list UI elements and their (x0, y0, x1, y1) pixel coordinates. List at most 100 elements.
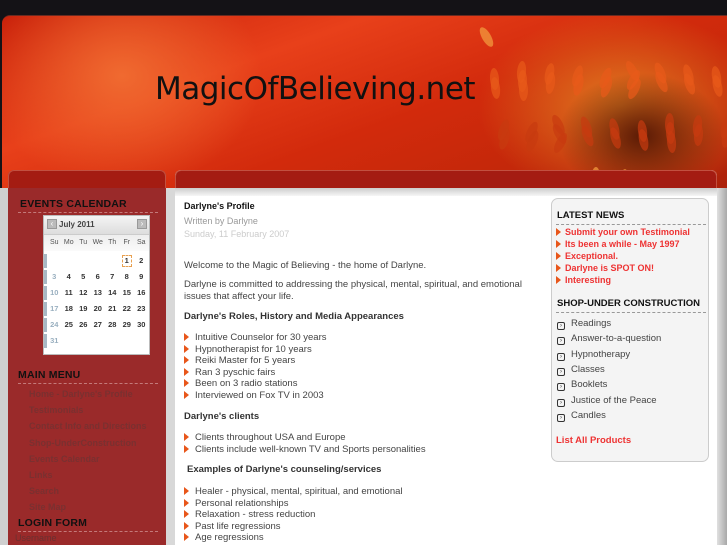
calendar-day[interactable]: 29 (120, 317, 135, 333)
shop-category-link[interactable]: › Booklets (557, 379, 607, 392)
bullet-arrow-icon (184, 487, 189, 495)
news-item-link[interactable]: Interesting (556, 275, 611, 285)
calendar-empty-cell (76, 253, 91, 269)
shop-category-link[interactable]: › Answer-to-a-question (557, 333, 661, 346)
news-item-text: Submit your own Testimonial (565, 227, 690, 237)
calendar-week: 10 11 12 13 14 15 16 (44, 285, 149, 301)
list-all-products-link[interactable]: List All Products (556, 435, 631, 446)
site-title[interactable]: MagicOfBelieving.net (155, 71, 476, 107)
calendar-day[interactable]: 21 (105, 301, 120, 317)
calendar-empty-cell (91, 333, 106, 349)
calendar-day[interactable]: 19 (76, 301, 91, 317)
list-item-text: Ran 3 pyschic fairs (195, 366, 276, 378)
main-menu-item[interactable]: Links (29, 470, 53, 480)
news-item-link[interactable]: Exceptional. (556, 251, 618, 261)
services-list: Healer - physical, mental, spiritual, an… (184, 486, 403, 544)
calendar-day[interactable]: 30 (134, 317, 149, 333)
calendar-day[interactable]: 14 (105, 285, 120, 301)
bullet-arrow-icon (184, 390, 189, 399)
list-item: Hypnotherapist for 10 years (184, 344, 326, 356)
calendar-day[interactable]: 26 (76, 317, 91, 333)
list-item-text: Relaxation - stress reduction (195, 509, 316, 520)
main-menu-item[interactable]: Contact Info and Directions (29, 421, 147, 431)
calendar-day[interactable]: 16 (134, 285, 149, 301)
news-item-text: Darlyne is SPOT ON! (565, 263, 655, 273)
calendar-day[interactable]: 6 (91, 269, 106, 285)
calendar-day[interactable]: 27 (91, 317, 106, 333)
main-menu-item[interactable]: Shop-UnderConstruction (29, 438, 137, 448)
calendar-day[interactable]: 22 (120, 301, 135, 317)
calendar-day[interactable]: 11 (62, 285, 77, 301)
calendar-day[interactable]: 18 (62, 301, 77, 317)
divider (18, 383, 158, 384)
calendar-day[interactable]: 13 (91, 285, 106, 301)
calendar-day[interactable]: 17 (47, 301, 62, 317)
calendar-day[interactable]: 31 (47, 333, 62, 349)
list-item-text: Been on 3 radio stations (195, 378, 298, 389)
petal-decoration (652, 61, 669, 85)
article-commitment: Darlyne is committed to addressing the p… (184, 279, 522, 302)
calendar-day[interactable]: 3 (47, 269, 62, 285)
shop-category-link[interactable]: › Hypnotherapy (557, 349, 630, 361)
calendar-day[interactable]: 1 (120, 253, 135, 269)
divider (18, 531, 158, 532)
shop-category-link[interactable]: › Readings (557, 318, 611, 330)
calendar-empty-cell (62, 333, 77, 349)
list-item: Intuitive Counselor for 30 years (184, 332, 326, 344)
main-menu-item[interactable]: Site Map (29, 502, 66, 512)
main-menu-item[interactable]: Home - Darlyne's Profile (29, 389, 133, 399)
news-item-text: Interesting (565, 275, 612, 285)
list-item: Personal relationships (184, 498, 403, 510)
calendar-day[interactable]: 12 (76, 285, 91, 301)
news-item-link[interactable]: Darlyne is SPOT ON! (556, 263, 654, 273)
news-item-link[interactable]: Its been a while - May 1997 (556, 239, 680, 249)
calendar-day[interactable]: 8 (120, 269, 135, 285)
bullet-arrow-icon (556, 240, 561, 248)
main-menu-item[interactable]: Events Calendar (29, 454, 100, 464)
bullet-arrow-icon (184, 344, 189, 353)
bullet-arrow-icon (184, 333, 189, 341)
calendar-day[interactable]: 23 (134, 301, 149, 317)
shop-category-link[interactable]: › Candles (557, 410, 606, 422)
calendar-day[interactable]: 2 (134, 253, 149, 269)
weekday-label: Mo (63, 239, 74, 246)
article-title[interactable]: Darlyne's Profile (184, 201, 255, 211)
calendar-day[interactable]: 4 (62, 269, 77, 285)
left-sidebar-cap (8, 170, 166, 188)
calendar-day[interactable]: 24 (47, 317, 62, 333)
latest-news-title: LATEST NEWS (557, 210, 625, 221)
roles-heading: Darlyne's Roles, History and Media Appea… (184, 311, 404, 322)
calendar-day[interactable]: 28 (105, 317, 120, 333)
calendar-day[interactable]: 5 (76, 269, 91, 285)
calendar-day[interactable]: 7 (105, 269, 120, 285)
expand-box-icon: › (557, 398, 565, 407)
weekday-label: We (92, 239, 103, 246)
expand-box-icon: › (557, 383, 565, 392)
shop-category-text: Justice of the Peace (571, 394, 657, 406)
bullet-arrow-icon (556, 252, 561, 260)
list-item-text: Clients throughout USA and Europe (195, 432, 346, 443)
petal-decoration (477, 25, 496, 49)
bullet-arrow-icon (184, 533, 189, 541)
chevron-right-icon[interactable]: › (137, 219, 147, 229)
calendar-week: 3456789 (44, 269, 149, 285)
calendar-day[interactable]: 20 (91, 301, 106, 317)
expand-box-icon: › (557, 413, 565, 422)
news-item-link[interactable]: Submit your own Testimonial (556, 227, 690, 237)
calendar-day[interactable]: 25 (62, 317, 77, 333)
events-calendar-title: EVENTS CALENDAR (20, 198, 127, 210)
calendar-empty-cell (47, 253, 62, 269)
shop-category-link[interactable]: › Justice of the Peace (557, 395, 657, 407)
shop-category-link[interactable]: › Classes (557, 364, 605, 376)
main-content-strip (175, 188, 717, 196)
weekday-label: Tu (79, 239, 88, 246)
calendar-day[interactable]: 10 (47, 285, 62, 301)
calendar-week: 12 (44, 253, 149, 269)
calendar-day[interactable]: 9 (134, 269, 149, 285)
list-item: Ran 3 pyschic fairs (184, 367, 326, 379)
main-menu-item[interactable]: Search (29, 486, 59, 496)
calendar-day[interactable]: 15 (120, 285, 135, 301)
calendar-grid: 1 2 3 4 5 6 7 8 9 10 11 12 13 14 15 16 17 18 19 20 21 22 23 24 2… (44, 253, 149, 349)
main-menu-item[interactable]: Testimonials (29, 405, 83, 415)
chevron-left-icon[interactable]: ‹ (47, 219, 57, 229)
